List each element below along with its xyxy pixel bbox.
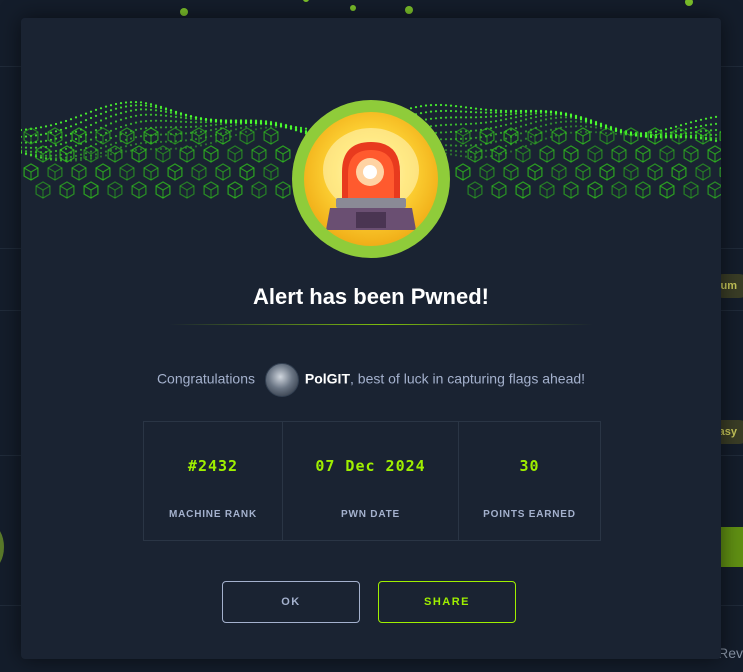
- pwned-modal: Alert has been Pwned! Congratulations Po…: [21, 18, 721, 659]
- background-avatar: [0, 525, 4, 569]
- ok-button[interactable]: OK: [222, 581, 360, 623]
- machine-rank-value: #2432: [187, 457, 239, 475]
- congrats-suffix: , best of luck in capturing flags ahead!: [350, 370, 586, 387]
- congrats-prefix: Congratulations: [156, 370, 255, 387]
- siren-icon: [323, 128, 419, 230]
- machine-rank-label: MACHINE RANK: [169, 509, 257, 520]
- points-earned-label: POINTS EARNED: [483, 509, 576, 520]
- pwn-date-label: PWN DATE: [341, 509, 400, 520]
- points-earned-value: 30: [519, 457, 540, 475]
- machine-badge: [292, 100, 450, 258]
- stat-pwn-date: 07 Dec 2024 PWN DATE: [283, 422, 459, 540]
- modal-title: Alert has been Pwned!: [253, 284, 489, 309]
- background-reviews-text: Rev: [718, 645, 743, 661]
- pwn-date-value: 07 Dec 2024: [315, 457, 426, 475]
- stat-machine-rank: #2432 MACHINE RANK: [144, 422, 283, 540]
- congrats-message: Congratulations PolGIT, best of luck in …: [21, 363, 721, 397]
- username-link[interactable]: PolGIT: [305, 371, 350, 387]
- user-avatar: [264, 363, 299, 397]
- share-button[interactable]: SHARE: [378, 581, 516, 623]
- stat-points-earned: 30 POINTS EARNED: [459, 422, 600, 540]
- title-divider: [169, 324, 593, 325]
- stats-grid: #2432 MACHINE RANK 07 Dec 2024 PWN DATE …: [143, 421, 601, 541]
